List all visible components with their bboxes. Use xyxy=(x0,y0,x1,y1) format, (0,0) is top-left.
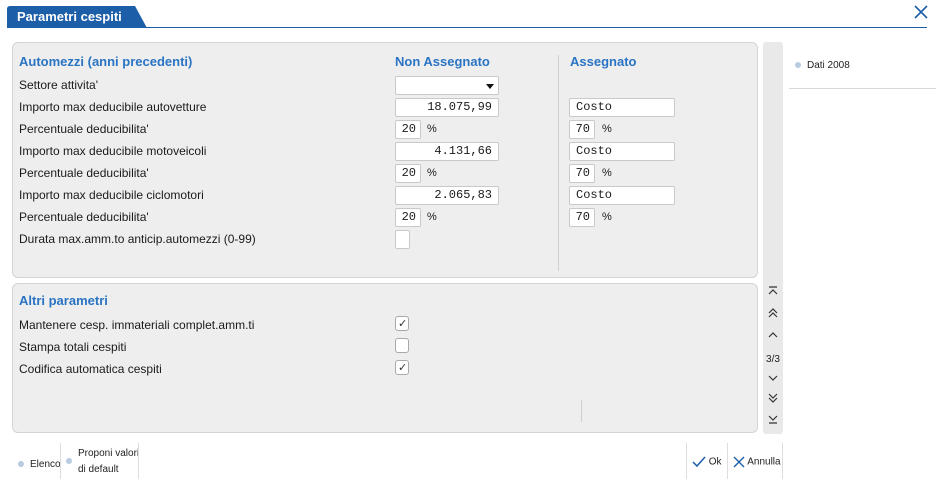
label-percentuale-3: Percentuale deducibilita' xyxy=(19,210,149,224)
side-item-dati-2008[interactable]: Dati 2008 xyxy=(795,60,850,71)
page-indicator: 3/3 xyxy=(766,354,780,365)
bottom-toolbar: Elenco Proponi valori di default Ok Annul… xyxy=(0,440,936,482)
percent-sign: % xyxy=(427,211,437,223)
label-codifica: Codifica automatica cespiti xyxy=(19,362,162,376)
close-icon xyxy=(733,456,745,468)
toolbar-divider xyxy=(782,443,783,479)
percent-sign: % xyxy=(427,167,437,179)
proponi-valori-default-button[interactable]: Proponi valori di default xyxy=(66,446,139,478)
window-title: Parametri cespiti xyxy=(17,9,122,24)
side-item-label: Dati 2008 xyxy=(807,60,850,71)
page-navigation: 3/3 xyxy=(763,42,783,434)
bullet-icon xyxy=(18,461,24,468)
label-percentuale-1: Percentuale deducibilita' xyxy=(19,122,149,136)
perc3-non-assegnato-input[interactable]: 20 xyxy=(395,208,421,227)
column-header-non-assegnato: Non Assegnato xyxy=(395,54,490,69)
divider xyxy=(581,400,582,422)
settore-attivita-select[interactable] xyxy=(395,76,499,95)
check-icon: ✓ xyxy=(398,318,408,330)
percent-sign: % xyxy=(427,123,437,135)
ok-label: Ok xyxy=(708,456,722,468)
perc3-assegnato-input[interactable]: 70 xyxy=(569,208,595,227)
toolbar-divider xyxy=(138,443,139,479)
bullet-icon xyxy=(66,458,72,464)
motoveicoli-non-assegnato-input[interactable]: 4.131,66 xyxy=(395,142,499,161)
ciclomotori-assegnato-input[interactable]: Costo xyxy=(569,186,675,205)
proponi-label-line1: Proponi valori xyxy=(78,448,140,459)
last-page-icon[interactable] xyxy=(763,413,783,431)
percent-sign: % xyxy=(602,167,612,179)
check-icon xyxy=(692,456,706,468)
chevron-down-icon xyxy=(486,84,494,89)
automezzi-panel: Automezzi (anni precedenti) Non Assegnat… xyxy=(12,42,758,278)
altri-parametri-panel: Altri parametri Mantenere cesp. immateri… xyxy=(12,283,758,433)
close-icon[interactable] xyxy=(912,3,930,21)
ok-button[interactable]: Ok xyxy=(692,456,722,468)
motoveicoli-assegnato-input[interactable]: Costo xyxy=(569,142,675,161)
title-bar: Parametri cespiti xyxy=(0,0,936,28)
side-divider xyxy=(789,88,936,89)
toolbar-divider xyxy=(727,443,728,479)
perc2-non-assegnato-input[interactable]: 20 xyxy=(395,164,421,183)
double-chevron-up-icon[interactable] xyxy=(763,307,783,325)
perc1-non-assegnato-input[interactable]: 20 xyxy=(395,120,421,139)
elenco-button[interactable]: Elenco xyxy=(18,459,61,470)
perc1-assegnato-input[interactable]: 70 xyxy=(569,120,595,139)
toolbar-divider xyxy=(60,443,61,479)
autovetture-assegnato-input[interactable]: Costo xyxy=(569,98,675,117)
codifica-checkbox[interactable]: ✓ xyxy=(395,360,409,375)
label-importo-motoveicoli: Importo max deducibile motoveicoli xyxy=(19,144,207,158)
first-page-icon[interactable] xyxy=(763,285,783,303)
mantenere-checkbox[interactable]: ✓ xyxy=(395,316,409,331)
check-icon: ✓ xyxy=(398,362,408,374)
elenco-label: Elenco xyxy=(30,459,61,470)
chevron-down-icon[interactable] xyxy=(763,372,783,390)
title-underline xyxy=(7,27,927,28)
percent-sign: % xyxy=(602,211,612,223)
perc2-assegnato-input[interactable]: 70 xyxy=(569,164,595,183)
annulla-label: Annulla xyxy=(747,456,781,468)
durata-input[interactable] xyxy=(395,230,410,249)
bullet-icon xyxy=(795,62,801,69)
side-panel: Dati 2008 xyxy=(789,42,936,434)
autovetture-non-assegnato-input[interactable]: 18.075,99 xyxy=(395,98,499,117)
chevron-up-icon[interactable] xyxy=(763,329,783,347)
double-chevron-down-icon[interactable] xyxy=(763,392,783,410)
label-importo-ciclomotori: Importo max deducibile ciclomotori xyxy=(19,188,204,202)
label-mantenere: Mantenere cesp. immateriali complet.amm.… xyxy=(19,318,255,332)
proponi-label-line2: di default xyxy=(78,464,119,475)
altri-parametri-title: Altri parametri xyxy=(19,293,108,308)
window-title-tab: Parametri cespiti xyxy=(7,6,147,28)
ciclomotori-non-assegnato-input[interactable]: 2.065,83 xyxy=(395,186,499,205)
column-header-assegnato: Assegnato xyxy=(570,54,637,69)
label-stampa-totali: Stampa totali cespiti xyxy=(19,340,127,354)
toolbar-divider xyxy=(686,443,687,479)
percent-sign: % xyxy=(602,123,612,135)
label-settore-attivita: Settore attivita' xyxy=(19,78,98,92)
label-importo-autovetture: Importo max deducibile autovetture xyxy=(19,100,207,114)
automezzi-title: Automezzi (anni precedenti) xyxy=(19,54,193,69)
label-durata-max: Durata max.amm.to anticip.automezzi (0-9… xyxy=(19,232,256,246)
annulla-button[interactable]: Annulla xyxy=(733,456,781,468)
column-divider xyxy=(558,55,559,271)
stampa-totali-checkbox[interactable] xyxy=(395,338,409,353)
label-percentuale-2: Percentuale deducibilita' xyxy=(19,166,149,180)
